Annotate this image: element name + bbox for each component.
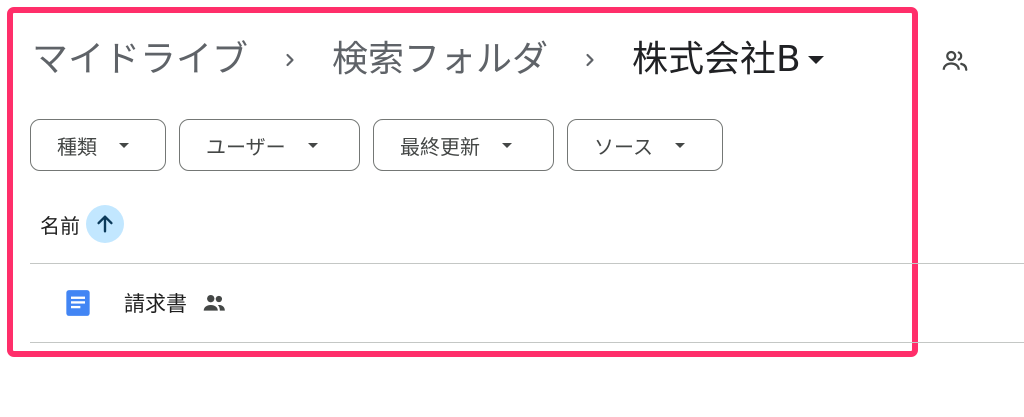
breadcrumb-current-folder-button[interactable]: 株式会社B [632,30,825,90]
breadcrumb-current-label: 株式会社B [632,39,801,80]
sort-direction-button[interactable] [86,205,124,243]
filter-label: ソース [594,134,653,159]
caret-down-icon [502,142,512,148]
breadcrumb-item-search-folder[interactable]: 検索フォルダ [332,30,548,90]
filter-source-chip[interactable]: ソース [567,119,723,171]
chevron-right-icon [560,30,620,90]
filter-user-chip[interactable]: ユーザー [179,119,360,171]
caret-down-icon [807,54,825,66]
google-docs-icon [64,289,92,317]
column-header-label: 名前 [40,213,80,238]
shared-people-icon [201,290,227,316]
filter-label: 種類 [57,134,97,159]
caret-down-icon [119,142,129,148]
breadcrumb-item-my-drive[interactable]: マイドライブ [32,30,248,90]
shared-people-icon [940,46,970,76]
chevron-right-icon [260,30,320,90]
breadcrumb: マイドライブ 検索フォルダ 株式会社B [32,30,825,90]
name-column-header[interactable]: 名前 [40,205,124,243]
filter-label: ユーザー [206,134,286,159]
filter-label: 最終更新 [400,134,480,159]
caret-down-icon [675,142,685,148]
caret-down-icon [307,142,318,148]
file-name: 請求書 [124,292,187,316]
filter-last-modified-chip[interactable]: 最終更新 [373,119,554,171]
filter-bar: 種類 ユーザー 最終更新 ソース [30,119,723,171]
divider [30,342,1024,343]
table-row[interactable]: 請求書 [30,264,1024,342]
arrow-up-icon [97,215,113,233]
filter-type-chip[interactable]: 種類 [30,119,166,171]
